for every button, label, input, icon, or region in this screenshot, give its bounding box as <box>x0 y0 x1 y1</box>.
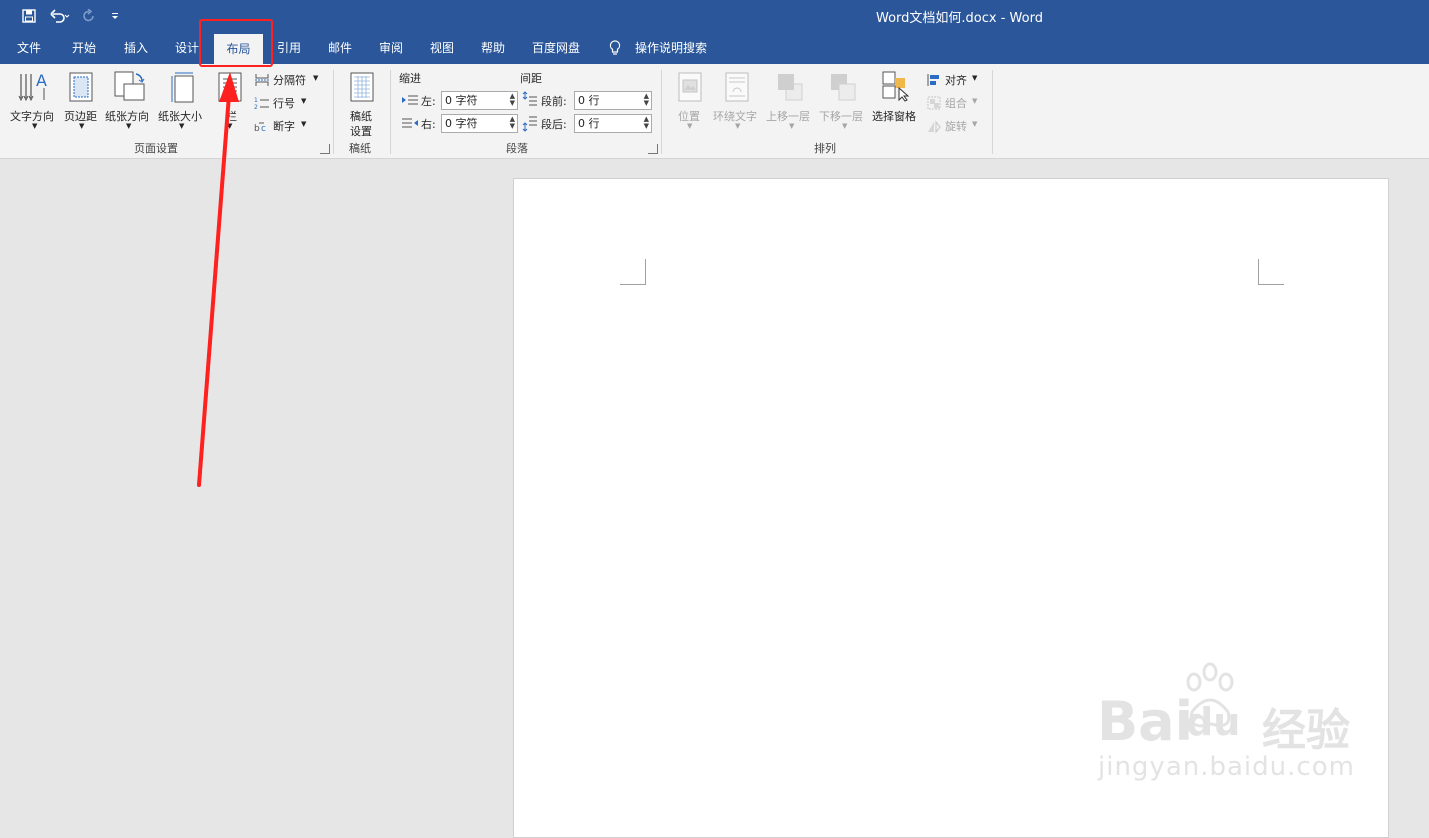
annotation-arrow-icon <box>197 72 239 487</box>
